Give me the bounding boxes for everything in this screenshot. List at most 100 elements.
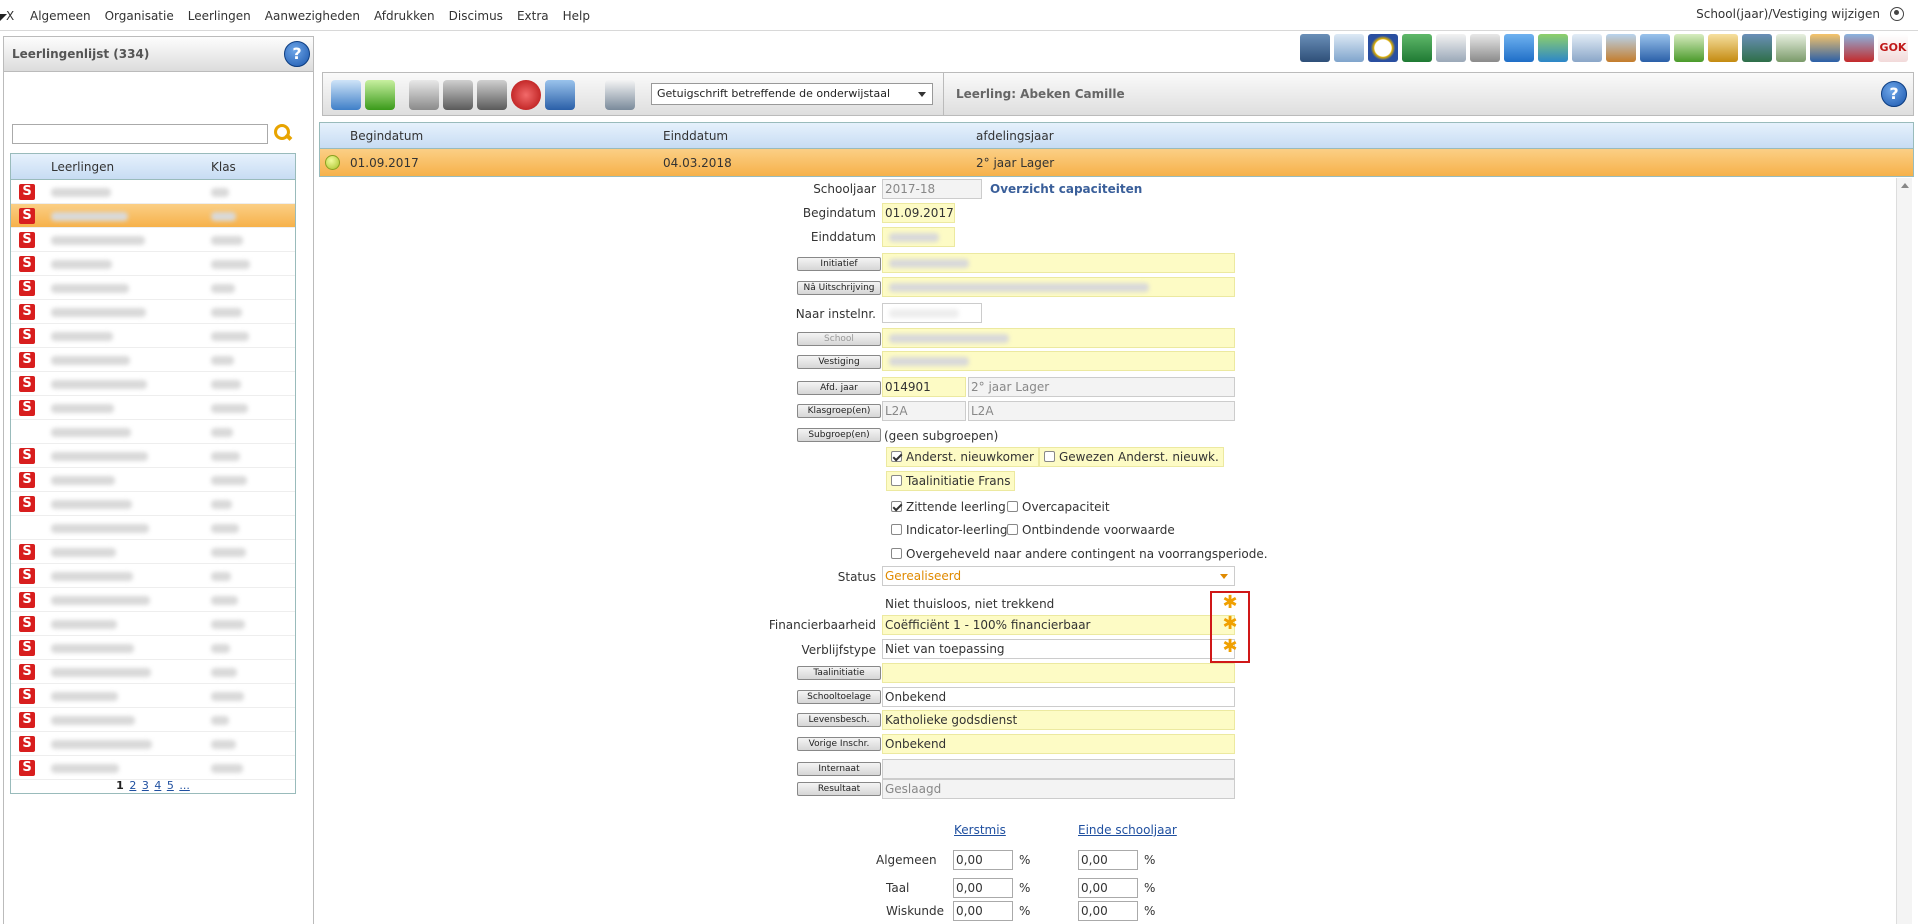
student-k-icon[interactable]: [443, 80, 473, 110]
edit-document-icon[interactable]: [1334, 34, 1364, 62]
menu-extra[interactable]: Extra: [517, 9, 549, 23]
help-icon[interactable]: ?: [284, 41, 310, 67]
table-row[interactable]: S: [11, 636, 295, 660]
school-button[interactable]: School: [797, 332, 881, 346]
student-search-input[interactable]: [12, 124, 268, 144]
list-icon[interactable]: [1572, 34, 1602, 62]
table-row[interactable]: S: [11, 444, 295, 468]
user-icon[interactable]: [1890, 7, 1904, 21]
book-icon[interactable]: [1402, 34, 1432, 62]
avi-icon[interactable]: [1674, 34, 1704, 62]
table-row[interactable]: S: [11, 684, 295, 708]
vestiging-button[interactable]: Vestiging: [797, 355, 881, 369]
chart-icon[interactable]: [1810, 34, 1840, 62]
help-icon[interactable]: ?: [1881, 81, 1907, 107]
calendar-stop-icon[interactable]: [511, 80, 541, 110]
subgroep-button[interactable]: Subgroep(en): [797, 428, 881, 442]
undo-icon[interactable]: [331, 80, 361, 110]
phone-icon[interactable]: [1470, 34, 1500, 62]
table-row[interactable]: S: [11, 396, 295, 420]
table-row[interactable]: S: [11, 492, 295, 516]
status-select[interactable]: Gerealiseerd: [882, 566, 1235, 586]
period-row[interactable]: 01.09.2017 04.03.2018 2° jaar Lager: [320, 149, 1913, 176]
menu-discimus[interactable]: Discimus: [449, 9, 503, 23]
vorige-inschr-button[interactable]: Vorige Inschr.: [797, 737, 881, 751]
table-row[interactable]: S: [11, 252, 295, 276]
overcapaciteit-checkbox[interactable]: Overcapaciteit: [1007, 500, 1110, 514]
clock-icon[interactable]: [1368, 34, 1398, 62]
table-row[interactable]: S: [11, 660, 295, 684]
initiatief-field[interactable]: [882, 253, 1235, 273]
asterisk-icon[interactable]: ✱: [1221, 594, 1239, 612]
school-field[interactable]: [882, 328, 1235, 348]
na-uitschrijving-field[interactable]: [882, 277, 1235, 297]
klasgroep-button[interactable]: Klasgroep(en): [797, 404, 881, 418]
student-card-icon[interactable]: [1300, 34, 1330, 62]
taalinitiatie-frans-checkbox[interactable]: Taalinitiatie Frans: [886, 471, 1016, 491]
anderst-nieuwkomer-checkbox[interactable]: Anderst. nieuwkomer: [886, 447, 1039, 467]
taalinitiatie-field[interactable]: [882, 663, 1235, 683]
naar-instelnr-field[interactable]: [882, 303, 982, 323]
overgeheveld-checkbox[interactable]: Overgeheveld naar andere contingent na v…: [891, 547, 1268, 561]
gewezen-anderst-checkbox[interactable]: Gewezen Anderst. nieuwk.: [1039, 447, 1224, 467]
table-row[interactable]: S: [11, 324, 295, 348]
table-row[interactable]: S: [11, 540, 295, 564]
algemeen-einde-input[interactable]: 0,00: [1078, 850, 1138, 870]
table-row[interactable]: S: [11, 588, 295, 612]
begindatum-field[interactable]: 01.09.2017: [882, 203, 955, 223]
table-row[interactable]: S: [11, 708, 295, 732]
tools-icon[interactable]: [1640, 34, 1670, 62]
algemeen-kerstmis-input[interactable]: 0,00: [953, 850, 1013, 870]
internaat-button[interactable]: Internaat: [797, 762, 881, 776]
col-class[interactable]: Klas: [211, 160, 236, 174]
vorige-inschr-field[interactable]: Onbekend: [882, 734, 1235, 754]
table-row[interactable]: S: [11, 180, 295, 204]
initiatief-button[interactable]: Initiatief: [797, 257, 881, 271]
form-scrollbar[interactable]: [1896, 178, 1912, 924]
table-row[interactable]: S: [11, 564, 295, 588]
certificate-icon[interactable]: [1776, 34, 1806, 62]
menu-afdrukken[interactable]: Afdrukken: [374, 9, 435, 23]
user-settings-icon[interactable]: [1844, 34, 1874, 62]
resultaat-button[interactable]: Resultaat: [797, 782, 881, 796]
student-id-icon[interactable]: [1742, 34, 1772, 62]
table-row[interactable]: S: [11, 372, 295, 396]
switch-school-link[interactable]: School(jaar)/Vestiging wijzigen: [1696, 7, 1880, 21]
menu-help[interactable]: Help: [563, 9, 590, 23]
student-s-icon[interactable]: [477, 80, 507, 110]
col-afdelingsjaar[interactable]: afdelingsjaar: [976, 129, 1054, 143]
menu-leerlingen[interactable]: Leerlingen: [188, 9, 251, 23]
pager-page[interactable]: 5: [167, 779, 174, 792]
na-uitschrijving-button[interactable]: Nâ Uitschrijving: [797, 281, 881, 295]
col-einddatum[interactable]: Einddatum: [663, 129, 728, 143]
financierbaarheid-field[interactable]: Coëfficiënt 1 - 100% financierbaar: [882, 615, 1235, 635]
table-row[interactable]: S: [11, 348, 295, 372]
menu-aanwezigheden[interactable]: Aanwezigheden: [265, 9, 360, 23]
afd-jaar-code-field[interactable]: 014901: [882, 377, 966, 397]
overzicht-capaciteiten-link[interactable]: Overzicht capaciteiten: [990, 182, 1142, 196]
pager-page[interactable]: 3: [142, 779, 149, 792]
wiskunde-kerstmis-input[interactable]: 0,00: [953, 901, 1013, 921]
taal-kerstmis-input[interactable]: 0,00: [953, 878, 1013, 898]
table-row[interactable]: S: [11, 612, 295, 636]
indicator-leerling-checkbox[interactable]: Indicator-leerling: [891, 523, 1008, 537]
table-row[interactable]: S: [11, 756, 295, 780]
kerstmis-link[interactable]: Kerstmis: [954, 823, 1006, 837]
col-begindatum[interactable]: Begindatum: [350, 129, 423, 143]
table-row[interactable]: S: [11, 276, 295, 300]
print-icon[interactable]: [605, 80, 635, 110]
table-row[interactable]: S: [11, 228, 295, 252]
schooltoelage-field[interactable]: Onbekend: [882, 687, 1235, 707]
asterisk-icon[interactable]: ✱: [1221, 615, 1239, 633]
save-check-icon[interactable]: [365, 80, 395, 110]
delete-bin-icon[interactable]: [409, 80, 439, 110]
scissors-icon[interactable]: [1708, 34, 1738, 62]
gok-icon[interactable]: GOK: [1878, 34, 1908, 62]
schooltoelage-button[interactable]: Schooltoelage: [797, 690, 881, 704]
table-row[interactable]: S: [11, 300, 295, 324]
pager-more[interactable]: ...: [179, 779, 190, 792]
group-icon[interactable]: [1538, 34, 1568, 62]
zittende-leerling-checkbox[interactable]: Zittende leerling: [891, 500, 1006, 514]
ontbindende-voorwaarde-checkbox[interactable]: Ontbindende voorwaarde: [1007, 523, 1175, 537]
levensbesch-field[interactable]: Katholieke godsdienst: [882, 710, 1235, 730]
